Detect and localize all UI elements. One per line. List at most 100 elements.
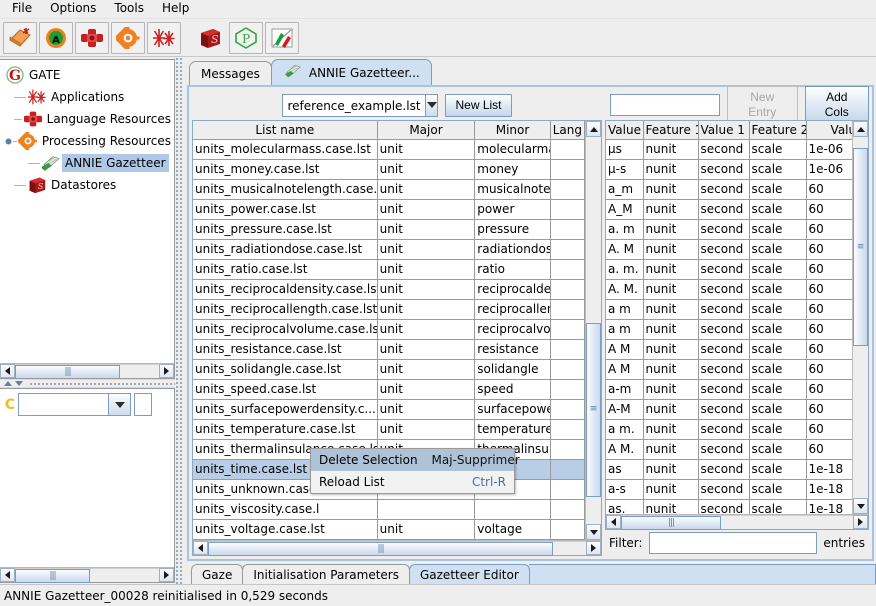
- scroll-thumb[interactable]: ≡: [586, 323, 601, 497]
- menu-file[interactable]: File: [4, 0, 42, 18]
- lists-vertical-scrollbar[interactable]: ≡: [585, 121, 601, 540]
- entries-table[interactable]: Value Feature 1 Value 1 Feature 2 Value: [606, 121, 852, 514]
- table-row[interactable]: a-mnunitsecondscale60: [606, 379, 852, 399]
- tab-annie-gazetteer[interactable]: ANNIE Gazetteer...: [271, 59, 432, 85]
- tab-gaze[interactable]: Gaze: [191, 564, 243, 584]
- table-row[interactable]: units_musicalnotelength.case...unitmusic…: [193, 179, 585, 199]
- new-entry-input[interactable]: [610, 94, 720, 116]
- table-row[interactable]: A_Mnunitsecondscale60: [606, 199, 852, 219]
- column-header-value[interactable]: Value: [606, 121, 643, 139]
- tree-node-language-resources[interactable]: Language Resources: [0, 108, 174, 130]
- property-combo-value[interactable]: [19, 394, 108, 415]
- table-row[interactable]: a m.nunitsecondscale60: [606, 419, 852, 439]
- scroll-thumb[interactable]: |||: [15, 569, 90, 583]
- entries-vertical-scrollbar[interactable]: ≡: [852, 121, 868, 514]
- table-row[interactable]: a-snunitsecondscale1e-18: [606, 479, 852, 499]
- table-row[interactable]: units_molecularmass.case.lstunitmolecula…: [193, 139, 585, 159]
- column-header-value-1[interactable]: Value 1: [698, 121, 749, 139]
- table-row[interactable]: units_ratio.case.lstunitratio: [193, 259, 585, 279]
- tree-node-applications[interactable]: Applications: [0, 86, 174, 108]
- table-row[interactable]: units_solidangle.case.lstunitsolidangle: [193, 359, 585, 379]
- list-selector-combo[interactable]: reference_example.lst: [282, 94, 438, 117]
- table-row[interactable]: a. m.nunitsecondscale60: [606, 259, 852, 279]
- scroll-track[interactable]: |||: [621, 515, 853, 529]
- annotation-diff-button[interactable]: [265, 22, 299, 54]
- scroll-track[interactable]: |||: [15, 568, 159, 582]
- scroll-left-arrow[interactable]: [606, 515, 621, 529]
- scroll-up-arrow[interactable]: [586, 121, 601, 137]
- new-processing-resource-button[interactable]: [111, 22, 145, 54]
- scroll-down-arrow[interactable]: [853, 498, 868, 514]
- chevron-down-icon[interactable]: [108, 394, 130, 415]
- table-row[interactable]: units_power.case.lstunitpower: [193, 199, 585, 219]
- property-combo[interactable]: [18, 393, 131, 416]
- table-row[interactable]: µsnunitsecondscale1e-06: [606, 139, 852, 159]
- table-row[interactable]: units_reciprocaldensity.case.lstunitreci…: [193, 279, 585, 299]
- scroll-left-arrow[interactable]: [0, 568, 15, 582]
- table-row[interactable]: µ-snunitsecondscale1e-06: [606, 159, 852, 179]
- table-row[interactable]: units_pressure.case.lstunitpressure: [193, 219, 585, 239]
- lists-horizontal-scrollbar[interactable]: |||: [193, 540, 601, 555]
- tree-horizontal-scrollbar[interactable]: |||: [0, 363, 174, 378]
- context-menu[interactable]: Delete Selection Maj-Supprimer Reload Li…: [310, 448, 515, 494]
- tab-initialisation-parameters[interactable]: Initialisation Parameters: [242, 564, 410, 584]
- datastore-button[interactable]: S: [193, 22, 227, 54]
- table-row[interactable]: units_money.case.lstunitmoney: [193, 159, 585, 179]
- tree-node-datastores[interactable]: S Datastores: [0, 174, 174, 196]
- tab-messages[interactable]: Messages: [189, 61, 272, 85]
- table-row[interactable]: units_viscosity.case.l: [193, 499, 585, 519]
- table-row[interactable]: a_mnunitsecondscale60: [606, 179, 852, 199]
- tree-node-gate[interactable]: G GATE: [0, 64, 174, 86]
- scroll-thumb[interactable]: ≡: [853, 148, 868, 347]
- table-row[interactable]: a mnunitsecondscale60: [606, 299, 852, 319]
- entries-horizontal-scrollbar[interactable]: |||: [606, 514, 868, 529]
- properties-horizontal-scrollbar[interactable]: |||: [0, 567, 174, 582]
- table-row[interactable]: units_reciprocallength.case.lstunitrecip…: [193, 299, 585, 319]
- table-row[interactable]: units_temperature.case.lstunittemperatur…: [193, 419, 585, 439]
- filter-input[interactable]: [649, 532, 818, 554]
- scroll-down-arrow[interactable]: [586, 524, 601, 540]
- chevron-down-icon[interactable]: [425, 95, 438, 116]
- menu-options[interactable]: Options: [42, 0, 106, 18]
- table-row[interactable]: asnunitsecondscale1e-18: [606, 459, 852, 479]
- tab-gazetteer-editor[interactable]: Gazetteer Editor: [409, 564, 530, 584]
- table-row[interactable]: A. Mnunitsecondscale60: [606, 239, 852, 259]
- scroll-track[interactable]: ≡: [586, 137, 601, 524]
- column-header-value-2[interactable]: Value: [806, 121, 852, 139]
- table-row[interactable]: as.nunitsecondscale1e-18: [606, 499, 852, 514]
- sidebar-item-annie-gazetteer[interactable]: ANNIE Gazetteer: [0, 152, 174, 174]
- table-row[interactable]: A Mnunitsecondscale60: [606, 339, 852, 359]
- annie-button[interactable]: A: [39, 22, 73, 54]
- scroll-left-arrow[interactable]: [0, 364, 15, 378]
- column-header-list-name[interactable]: List name: [193, 121, 377, 139]
- list-selector-value[interactable]: reference_example.lst: [283, 95, 424, 116]
- menu-tools[interactable]: Tools: [106, 0, 154, 18]
- scroll-track[interactable]: |||: [15, 364, 159, 378]
- column-header-lang[interactable]: Lang: [550, 121, 584, 139]
- property-extra-box[interactable]: [134, 393, 152, 416]
- add-cols-button[interactable]: Add Cols: [805, 86, 869, 124]
- table-row[interactable]: units_surfacepowerdensity.c...unitsurfac…: [193, 399, 585, 419]
- table-row[interactable]: A-Mnunitsecondscale60: [606, 399, 852, 419]
- new-entry-button[interactable]: New Entry: [727, 86, 798, 124]
- scroll-up-arrow[interactable]: [853, 121, 868, 137]
- menu-help[interactable]: Help: [154, 0, 199, 18]
- column-header-feature-1[interactable]: Feature 1: [643, 121, 698, 139]
- divider-down-icon[interactable]: [15, 381, 23, 386]
- new-application-button[interactable]: [3, 22, 37, 54]
- split-divider[interactable]: [0, 379, 175, 388]
- table-row[interactable]: A Mnunitsecondscale60: [606, 359, 852, 379]
- new-application-star-button[interactable]: [147, 22, 181, 54]
- divider-up-icon[interactable]: [4, 381, 12, 386]
- table-row[interactable]: units_resistance.case.lstunitresistance: [193, 339, 585, 359]
- table-row[interactable]: A M.nunitsecondscale60: [606, 439, 852, 459]
- scroll-track[interactable]: ≡: [853, 137, 868, 498]
- scroll-right-arrow[interactable]: [159, 364, 174, 378]
- scroll-right-arrow[interactable]: [853, 515, 868, 529]
- column-header-minor[interactable]: Minor: [475, 121, 550, 139]
- vertical-split-grip[interactable]: [175, 57, 182, 584]
- table-row[interactable]: units_speed.case.lstunitspeed: [193, 379, 585, 399]
- column-header-major[interactable]: Major: [377, 121, 475, 139]
- new-language-resource-button[interactable]: [75, 22, 109, 54]
- table-row[interactable]: a. mnunitsecondscale60: [606, 219, 852, 239]
